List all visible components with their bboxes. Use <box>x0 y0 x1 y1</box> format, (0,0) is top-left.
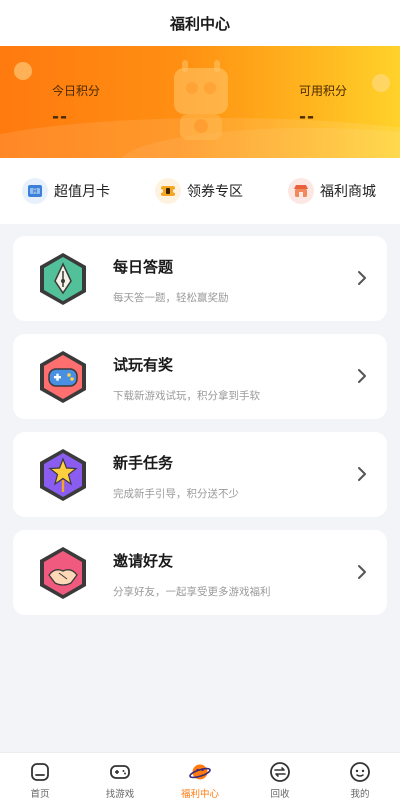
coupon-icon <box>155 178 181 204</box>
coin-decoration <box>14 62 32 80</box>
quick-link-shop[interactable]: 福利商城 <box>288 178 376 204</box>
today-points-value: -- <box>52 107 69 127</box>
chevron-right-icon <box>358 565 366 579</box>
task-title: 试玩有奖 <box>113 356 174 374</box>
tab-label: 福利中心 <box>180 788 219 800</box>
top-header: 福利中心 <box>0 0 400 46</box>
profile-icon <box>350 761 370 782</box>
task-title: 邀请好友 <box>113 552 174 570</box>
tab-label: 回收 <box>270 788 290 800</box>
task-subtitle: 下载新游戏试玩，积分拿到手软 <box>113 390 260 402</box>
tab-label: 找游戏 <box>105 788 135 800</box>
task-card-newbie-tasks[interactable]: 新手任务 完成新手引导，积分送不少 <box>13 432 387 517</box>
handshake-icon <box>40 547 86 599</box>
tab-label: 首页 <box>30 788 50 800</box>
chevron-right-icon <box>358 369 366 383</box>
today-points: 今日积分 -- <box>52 82 100 127</box>
available-points: 可用积分 -- <box>299 82 347 127</box>
task-title: 新手任务 <box>113 454 174 472</box>
svg-text:月: 月 <box>32 189 37 195</box>
month-card-icon: 月 <box>22 178 48 204</box>
task-card-trial-reward[interactable]: 试玩有奖 下载新游戏试玩，积分拿到手软 <box>13 334 387 419</box>
available-points-label: 可用积分 <box>299 84 348 98</box>
shop-icon <box>288 178 314 204</box>
planet-icon <box>189 764 211 779</box>
tab-mine[interactable]: 我的 <box>320 753 400 805</box>
tab-home[interactable]: 首页 <box>0 753 80 805</box>
points-banner: 今日积分 -- 可用积分 -- <box>0 46 400 158</box>
gamepad-icon <box>40 351 86 403</box>
chevron-right-icon <box>358 271 366 285</box>
tab-label: 我的 <box>350 788 370 800</box>
pen-nib-icon <box>40 253 86 305</box>
quick-link-label: 领券专区 <box>187 184 243 200</box>
task-subtitle: 完成新手引导，积分送不少 <box>113 488 239 500</box>
task-list: 每日答题 每天答一题，轻松赢奖励 试玩有奖 下载新游戏试玩，积分拿到手软 新手任… <box>0 224 400 752</box>
quick-links: 月 超值月卡 领券专区 福利商城 <box>0 158 400 224</box>
mascot-illustration <box>174 60 228 140</box>
chevron-right-icon <box>358 467 366 481</box>
tab-find-games[interactable]: 找游戏 <box>80 753 160 805</box>
bottom-tab-bar: 首页 找游戏 福利中心 回收 我的 <box>0 752 400 805</box>
tab-welfare-center[interactable]: 福利中心 <box>160 753 240 805</box>
task-subtitle: 分享好友，一起享受更多游戏福利 <box>113 586 271 598</box>
quick-link-coupons[interactable]: 领券专区 <box>155 178 243 204</box>
task-title: 每日答题 <box>113 258 174 276</box>
coin-decoration <box>372 74 390 92</box>
home-icon <box>31 762 49 781</box>
task-card-daily-quiz[interactable]: 每日答题 每天答一题，轻松赢奖励 <box>13 236 387 321</box>
quick-link-month-card[interactable]: 月 超值月卡 <box>22 178 110 204</box>
task-card-invite-friends[interactable]: 邀请好友 分享好友，一起享受更多游戏福利 <box>13 530 387 615</box>
task-subtitle: 每天答一题，轻松赢奖励 <box>113 292 229 304</box>
quick-link-label: 超值月卡 <box>54 184 110 200</box>
gamepad-icon <box>110 764 130 779</box>
exchange-icon <box>270 761 290 782</box>
star-wand-icon <box>40 449 86 501</box>
available-points-value: -- <box>299 107 316 127</box>
tab-recycle[interactable]: 回收 <box>240 753 320 805</box>
today-points-label: 今日积分 <box>52 84 101 98</box>
page-title: 福利中心 <box>169 14 230 33</box>
quick-link-label: 福利商城 <box>320 184 376 200</box>
